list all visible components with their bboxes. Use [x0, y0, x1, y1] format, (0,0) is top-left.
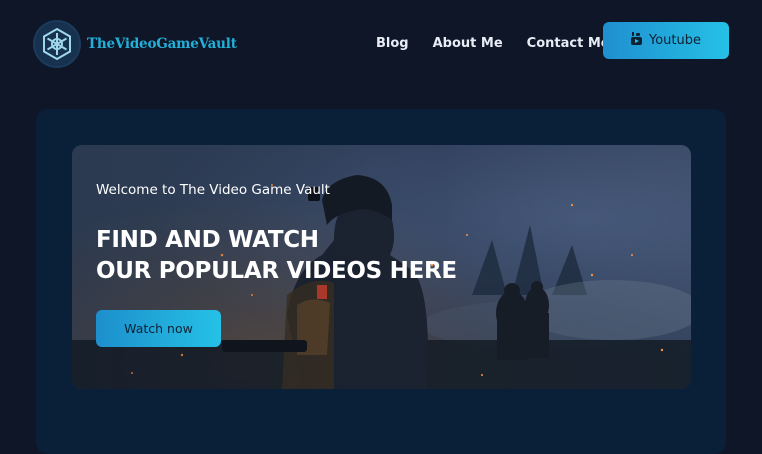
site-header: TheVideoGameVault Blog About Me Contact … [0, 0, 762, 90]
brand-name: TheVideoGameVault [87, 36, 237, 52]
nav-link-about-me[interactable]: About Me [433, 36, 503, 51]
watch-now-button[interactable]: Watch now [96, 310, 221, 347]
hero-title: FIND AND WATCH OUR POPULAR VIDEOS HERE [96, 225, 457, 287]
logo-badge-icon [33, 20, 81, 68]
main-nav: Blog About Me Contact Me [376, 36, 610, 51]
brand-logo[interactable]: TheVideoGameVault [33, 20, 237, 68]
hero-title-line-1: FIND AND WATCH [96, 227, 319, 253]
hero-banner: Welcome to The Video Game Vault FIND AND… [72, 145, 691, 389]
youtube-button[interactable]: Youtube [603, 22, 729, 59]
youtube-icon [631, 32, 642, 49]
hero-subtitle: Welcome to The Video Game Vault [96, 182, 330, 198]
nav-link-contact-me[interactable]: Contact Me [527, 36, 610, 51]
hero-title-line-2: OUR POPULAR VIDEOS HERE [96, 258, 457, 284]
youtube-button-label: Youtube [649, 33, 701, 48]
nav-link-blog[interactable]: Blog [376, 36, 409, 51]
